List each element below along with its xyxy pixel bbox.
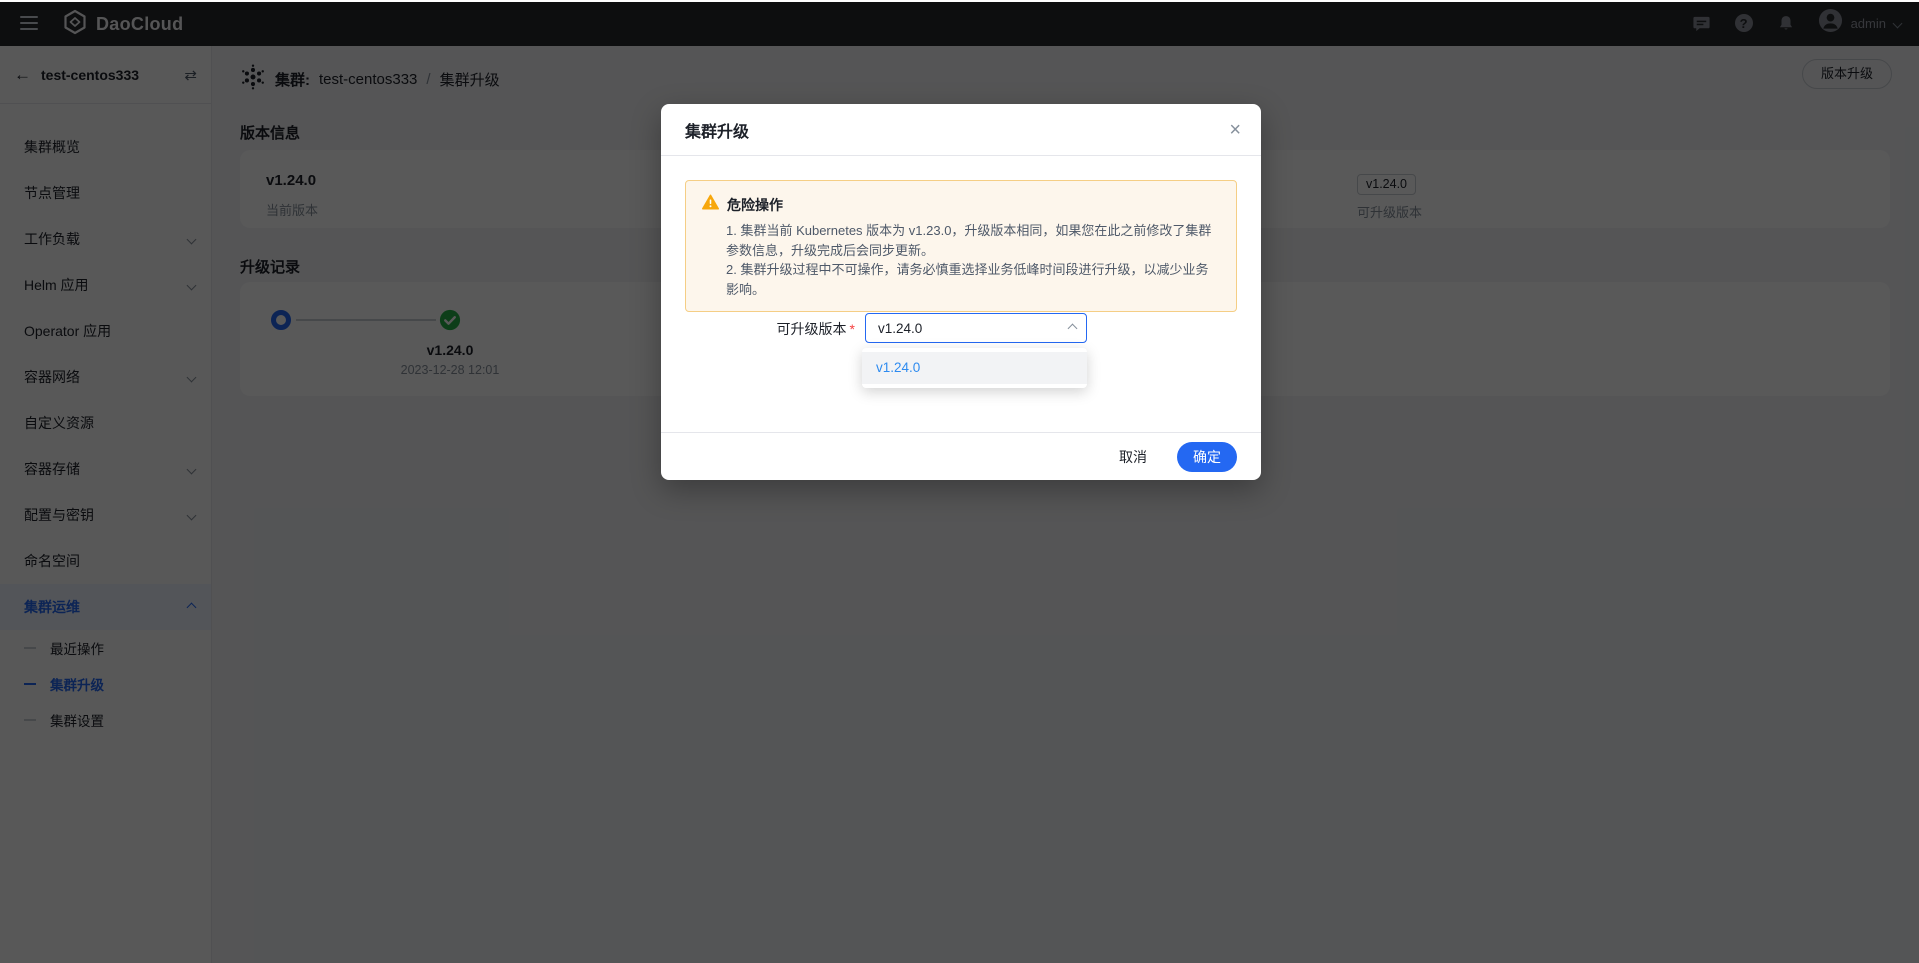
version-option[interactable]: v1.24.0 — [862, 352, 1087, 384]
version-select[interactable]: v1.24.0 — [865, 313, 1087, 343]
version-select-value: v1.24.0 — [878, 321, 1069, 336]
warning-line-1: 1. 集群当前 Kubernetes 版本为 v1.23.0，升级版本相同，如果… — [726, 221, 1220, 260]
upgradable-version-form-row: 可升级版本* v1.24.0 — [661, 313, 1261, 343]
modal-header: 集群升级 × — [661, 104, 1261, 156]
warning-triangle-icon — [702, 194, 719, 215]
version-dropdown-panel: v1.24.0 — [862, 348, 1087, 388]
cancel-button[interactable]: 取消 — [1103, 447, 1163, 467]
modal-footer: 取消 确定 — [661, 432, 1261, 480]
cluster-upgrade-modal: 集群升级 × 危险操作 1. 集群当前 Kubernetes 版本为 v1.23… — [661, 104, 1261, 480]
close-icon[interactable]: × — [1229, 120, 1241, 140]
warning-title: 危险操作 — [727, 195, 783, 215]
modal-title: 集群升级 — [685, 118, 1229, 142]
warning-line-2: 2. 集群升级过程中不可操作，请务必慎重选择业务低峰时间段进行升级，以减少业务影… — [726, 260, 1220, 299]
chevron-up-icon — [1068, 323, 1078, 333]
danger-warning-box: 危险操作 1. 集群当前 Kubernetes 版本为 v1.23.0，升级版本… — [685, 180, 1237, 312]
select-label: 可升级版本* — [661, 319, 855, 339]
confirm-button[interactable]: 确定 — [1177, 442, 1237, 472]
required-asterisk: * — [850, 321, 855, 337]
window-top-edge — [0, 0, 1919, 2]
